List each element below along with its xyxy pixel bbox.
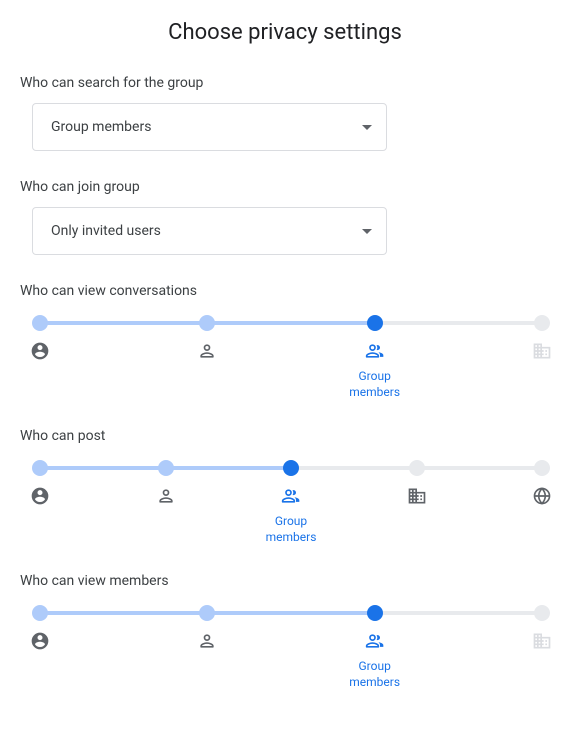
section-join: Who can join group Only invited users xyxy=(20,179,550,255)
section-view-members: Who can view members Group members xyxy=(20,573,550,690)
group-icon xyxy=(281,486,301,506)
slider-view-conversations[interactable]: Group members xyxy=(32,311,550,400)
dropdown-join-value: Only invited users xyxy=(51,223,161,239)
dropdown-join[interactable]: Only invited users xyxy=(32,207,387,255)
slider-node-org[interactable] xyxy=(534,315,550,331)
slider-node-org[interactable] xyxy=(534,605,550,621)
section-post: Who can post Group members xyxy=(20,428,550,545)
slider-option-label-members: Group members xyxy=(261,514,321,545)
chevron-down-icon xyxy=(362,125,372,130)
section-post-label: Who can post xyxy=(20,428,550,444)
slider-node-owners[interactable] xyxy=(32,315,48,331)
dropdown-search[interactable]: Group members xyxy=(32,103,387,151)
slider-node-members[interactable] xyxy=(367,605,383,621)
account-circle-icon xyxy=(30,341,50,361)
section-join-label: Who can join group xyxy=(20,179,550,195)
domain-icon xyxy=(407,486,427,506)
slider-node-managers[interactable] xyxy=(199,315,215,331)
dropdown-search-value: Group members xyxy=(51,119,151,135)
account-circle-icon xyxy=(30,486,50,506)
slider-option-label-members: Group members xyxy=(345,659,405,690)
slider-node-managers[interactable] xyxy=(199,605,215,621)
domain-icon xyxy=(532,631,552,651)
slider-node-owners[interactable] xyxy=(32,605,48,621)
page-title: Choose privacy settings xyxy=(20,20,550,45)
account-circle-icon xyxy=(30,631,50,651)
person-icon xyxy=(197,341,217,361)
chevron-down-icon xyxy=(362,229,372,234)
domain-icon xyxy=(532,341,552,361)
section-view-conversations: Who can view conversations Group members xyxy=(20,283,550,400)
slider-node-org[interactable] xyxy=(409,460,425,476)
slider-node-members[interactable] xyxy=(283,460,299,476)
slider-post[interactable]: Group members xyxy=(32,456,550,545)
group-icon xyxy=(365,341,385,361)
slider-node-web[interactable] xyxy=(534,460,550,476)
public-icon xyxy=(532,486,552,506)
person-icon xyxy=(197,631,217,651)
section-search-label: Who can search for the group xyxy=(20,75,550,91)
slider-option-label-members: Group members xyxy=(345,369,405,400)
section-view-members-label: Who can view members xyxy=(20,573,550,589)
group-icon xyxy=(365,631,385,651)
slider-node-owners[interactable] xyxy=(32,460,48,476)
slider-node-managers[interactable] xyxy=(158,460,174,476)
slider-node-members[interactable] xyxy=(367,315,383,331)
slider-view-members[interactable]: Group members xyxy=(32,601,550,690)
person-icon xyxy=(156,486,176,506)
section-search: Who can search for the group Group membe… xyxy=(20,75,550,151)
section-view-conversations-label: Who can view conversations xyxy=(20,283,550,299)
